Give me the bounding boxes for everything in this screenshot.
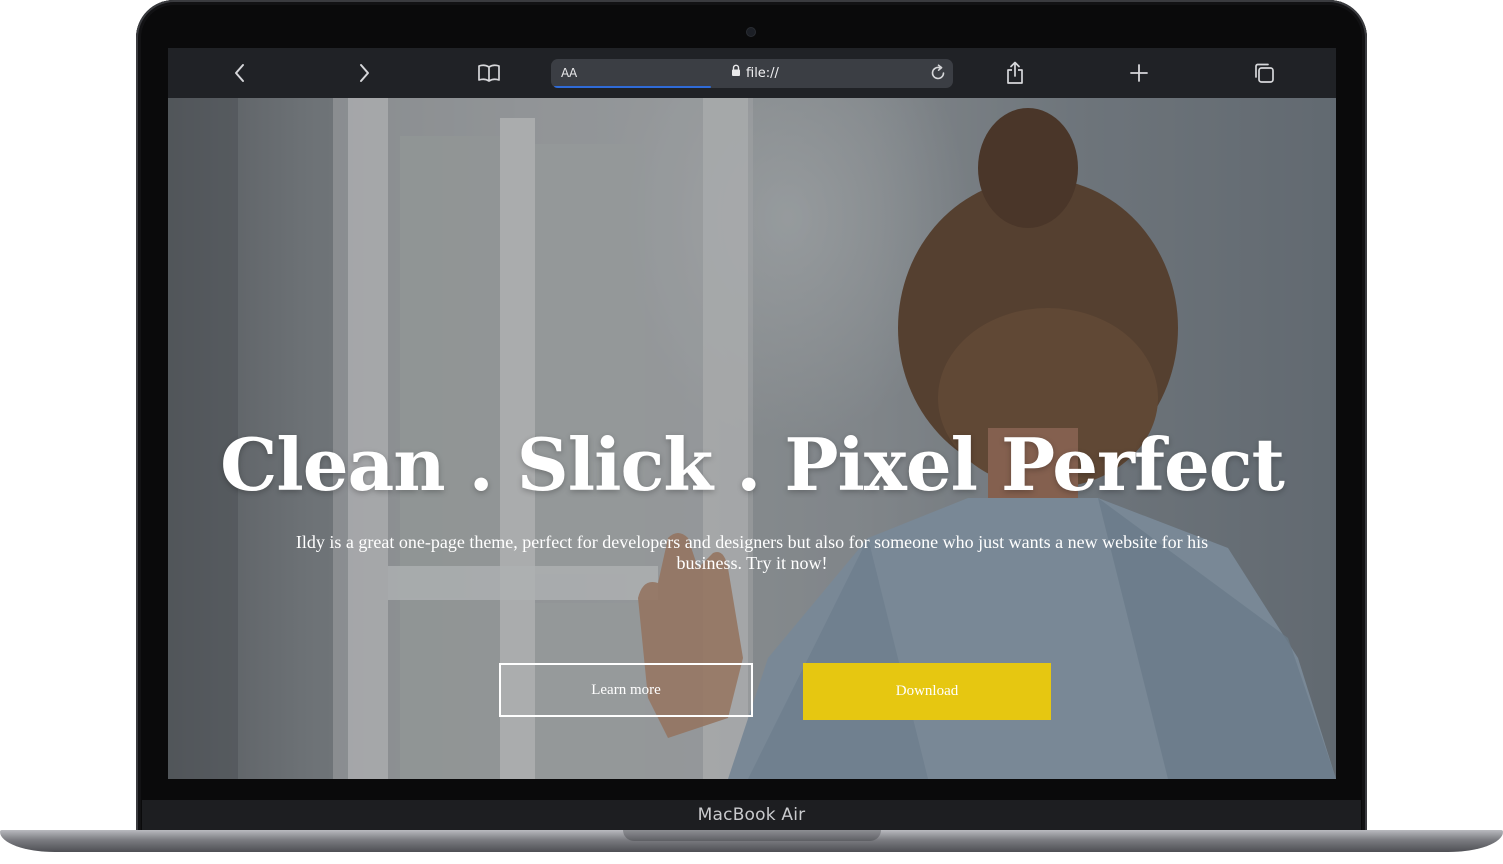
camera-icon xyxy=(747,28,755,36)
plus-icon[interactable] xyxy=(1126,60,1152,86)
load-progress-bar xyxy=(554,86,711,88)
text-size-button[interactable]: AA xyxy=(561,66,577,80)
device-label: MacBook Air xyxy=(697,805,806,825)
tabs-icon[interactable] xyxy=(1251,60,1277,86)
hero-subtitle: Ildy is a great one-page theme, perfect … xyxy=(295,532,1209,573)
hero-buttons: Learn more Download xyxy=(168,663,1336,721)
url-text: file:// xyxy=(746,65,779,81)
chevron-left-icon[interactable] xyxy=(227,60,253,86)
address-bar[interactable]: AA file:// xyxy=(551,59,953,88)
hero-section: Clean . Slick . Pixel Perfect Ildy is a … xyxy=(168,98,1336,779)
chevron-right-icon[interactable] xyxy=(351,60,377,86)
browser-window: AA file:// Clean . Slick . Pixel Perfect… xyxy=(168,48,1336,779)
hero-content: Clean . Slick . Pixel Perfect Ildy is a … xyxy=(168,418,1336,574)
reload-icon[interactable] xyxy=(929,64,947,87)
download-button[interactable]: Download xyxy=(803,663,1051,720)
share-icon[interactable] xyxy=(1002,60,1028,86)
url-display[interactable]: file:// xyxy=(731,64,779,82)
hero-title: Clean . Slick . Pixel Perfect xyxy=(220,422,1285,507)
browser-toolbar: AA file:// xyxy=(168,48,1336,98)
laptop-base-notch xyxy=(623,830,881,841)
book-icon[interactable] xyxy=(476,60,502,86)
learn-more-button[interactable]: Learn more xyxy=(499,663,753,717)
lock-icon xyxy=(731,64,741,82)
page: AA file:// Clean . Slick . Pixel Perfect… xyxy=(0,0,1503,864)
